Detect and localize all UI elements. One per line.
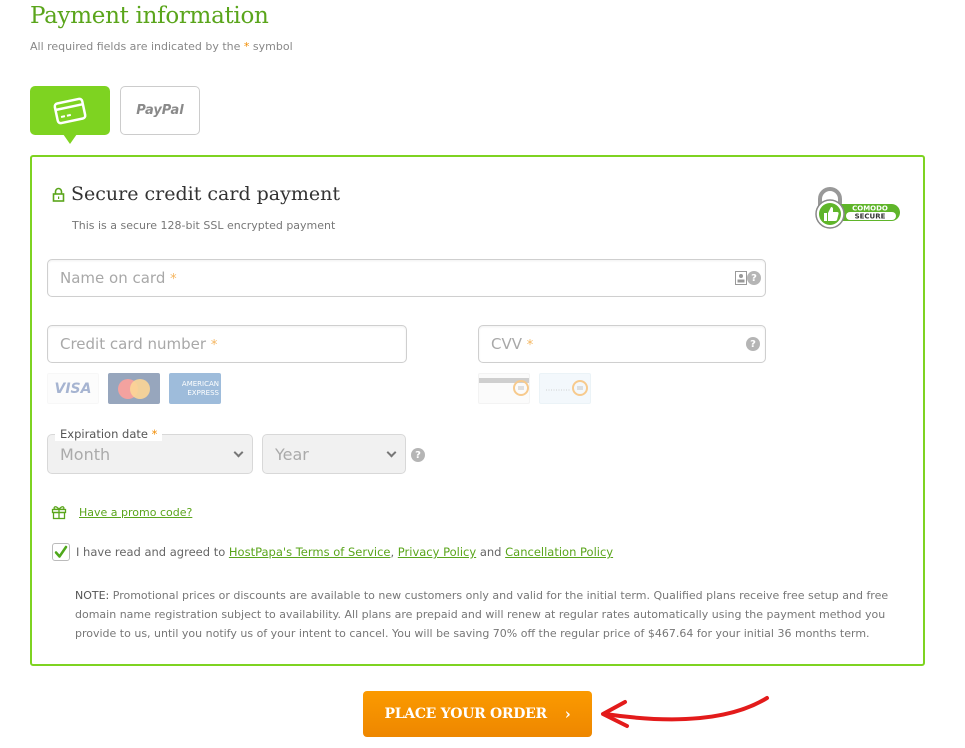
chevron-right-icon: › [564, 705, 571, 723]
year-select[interactable]: Year [262, 434, 406, 474]
terms-checkbox[interactable] [52, 543, 70, 561]
cvv-back-card-icon [478, 373, 530, 404]
gift-icon [51, 506, 67, 520]
terms-agreement: I have read and agreed to HostPapa's Ter… [52, 543, 613, 561]
promo-code-link[interactable]: Have a promo code? [79, 506, 192, 519]
tab-credit-card[interactable] [30, 86, 110, 144]
secure-payment-subtitle: This is a secure 128-bit SSL encrypted p… [72, 219, 336, 232]
required-fields-note: All required fields are indicated by the… [30, 40, 293, 53]
secure-payment-heading: Secure credit card payment [52, 183, 340, 205]
note-label: NOTE: [75, 589, 110, 602]
cancellation-policy-link[interactable]: Cancellation Policy [505, 545, 613, 559]
name-help-icon[interactable]: ? [747, 271, 761, 285]
place-order-label: PLACE YOUR ORDER [384, 706, 547, 722]
cvv-input[interactable]: CVV * ? [478, 325, 766, 363]
lock-icon [52, 187, 65, 202]
chevron-down-icon [233, 447, 244, 458]
visa-logo: VISA [47, 373, 99, 404]
card-number-placeholder: Credit card number * [60, 335, 218, 353]
note-text: Promotional prices or discounts are avai… [75, 589, 889, 640]
tab-paypal[interactable]: PayPal [120, 86, 200, 135]
mastercard-logo [108, 373, 160, 404]
comodo-secure-badge: COMODO SECURE [815, 187, 900, 229]
month-select-value: Month [60, 444, 111, 464]
expiration-date-label: Expiration date * [55, 427, 163, 441]
annotation-arrow-icon [601, 696, 769, 728]
promo-code-row: Have a promo code? [51, 504, 192, 520]
agreement-prefix: I have read and agreed to [76, 545, 229, 559]
amex-logo: AMERICAN EXPRESS [169, 373, 221, 404]
credit-card-icon [53, 97, 87, 124]
mastercard-circles-icon [118, 378, 150, 399]
paypal-logo: PayPal [136, 103, 184, 118]
badge-text-comodo: COMODO [852, 205, 888, 213]
terms-of-service-link[interactable]: HostPapa's Terms of Service [229, 545, 391, 559]
year-select-value: Year [275, 444, 309, 464]
cvv-front-card-icon [539, 373, 591, 404]
place-order-button[interactable]: PLACE YOUR ORDER › [363, 691, 592, 737]
cvv-help-icon[interactable]: ? [746, 337, 760, 351]
promotional-note: NOTE: Promotional prices or discounts ar… [75, 586, 905, 643]
credit-card-number-input[interactable]: Credit card number * [47, 325, 407, 363]
expiration-help-icon[interactable]: ? [411, 448, 425, 462]
privacy-policy-link[interactable]: Privacy Policy [398, 545, 476, 559]
id-card-icon [735, 271, 747, 285]
name-on-card-input[interactable]: Name on card * ? [47, 259, 766, 297]
cvv-placeholder: CVV * [491, 335, 534, 353]
credit-card-panel: Secure credit card payment This is a sec… [30, 155, 925, 666]
page-title: Payment information [30, 3, 269, 29]
chevron-down-icon [386, 447, 397, 458]
name-on-card-placeholder: Name on card * [60, 269, 177, 287]
checkmark-icon [54, 545, 68, 558]
badge-text-secure: SECURE [855, 213, 886, 221]
